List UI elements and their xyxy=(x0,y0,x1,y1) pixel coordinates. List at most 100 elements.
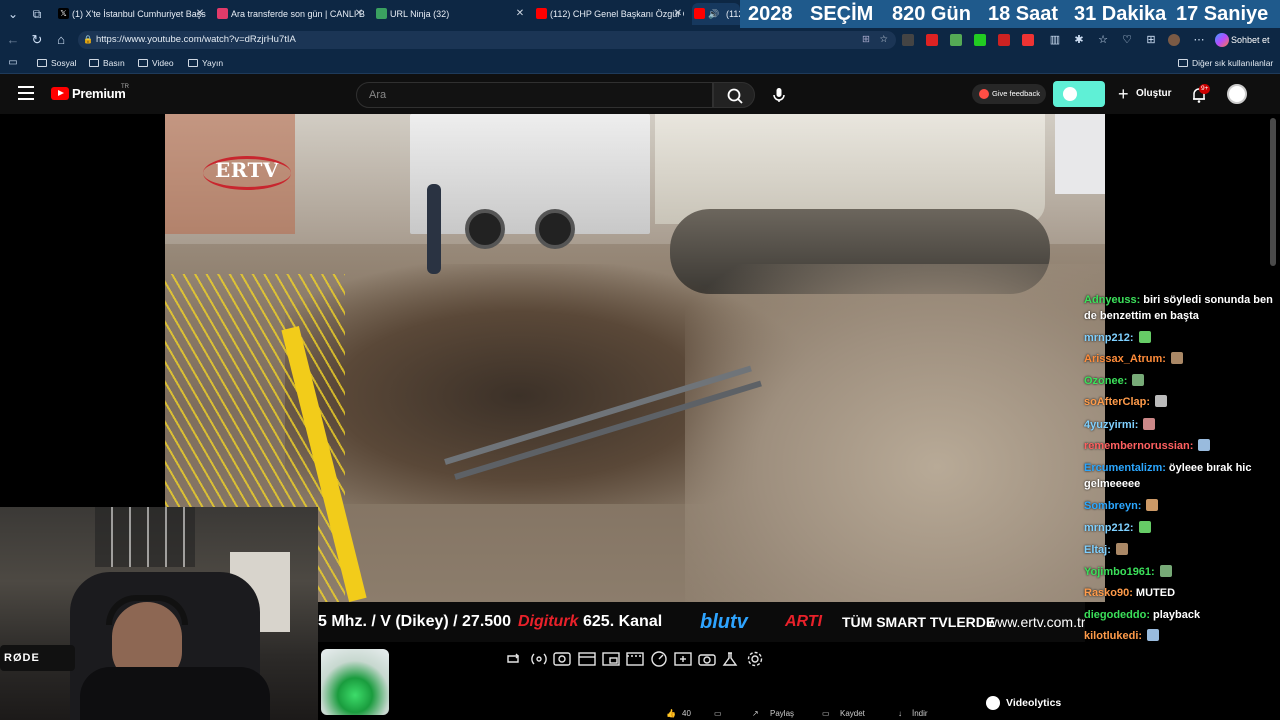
save-button[interactable]: Kaydet xyxy=(840,708,865,720)
favorites-icon[interactable]: ☆ xyxy=(1094,31,1112,49)
chat-username[interactable]: mrnp212: xyxy=(1084,522,1134,534)
cast-audio-icon[interactable] xyxy=(531,653,547,665)
bookmark-folder-video[interactable]: Video xyxy=(138,56,174,70)
chat-username[interactable]: Adnyeuss: xyxy=(1084,294,1140,306)
screenshot-icon[interactable] xyxy=(553,652,571,666)
close-tab-icon[interactable]: ✕ xyxy=(194,3,206,25)
share-icon[interactable]: ↗ xyxy=(752,708,759,720)
chat-username[interactable]: diegodeddo: xyxy=(1084,609,1150,621)
theater-icon[interactable] xyxy=(578,652,596,666)
refresh-icon[interactable]: ↻ xyxy=(28,31,46,49)
collections-icon[interactable]: ♡ xyxy=(1118,31,1136,49)
tab-youtube-chp[interactable]: (112) CHP Genel Başkanı Özgür Ö ✕ xyxy=(534,3,684,25)
chat-emote-icon xyxy=(1198,439,1211,451)
folder-icon xyxy=(1178,59,1188,67)
speed-gauge-icon[interactable] xyxy=(651,651,667,667)
flask-icon[interactable] xyxy=(722,652,738,666)
plus-icon: + xyxy=(1118,84,1129,104)
page-scrollbar[interactable] xyxy=(1270,118,1276,266)
settings-gear-icon[interactable] xyxy=(747,651,763,667)
tab-actions-menu-icon[interactable]: ⌄ xyxy=(3,4,23,24)
mic-brand-label: RØDE xyxy=(4,652,40,664)
chat-message: Rasko90: MUTED xyxy=(1084,585,1274,601)
youtube-logo-icon[interactable] xyxy=(51,87,69,100)
tab-news[interactable]: Ara transferde son gün | CANLI Bİ ✕ xyxy=(215,3,365,25)
countdown-seconds: 17 Saniye xyxy=(1176,3,1269,25)
extension-icon[interactable] xyxy=(1022,34,1034,46)
chat-username[interactable]: Yojimbo1961: xyxy=(1084,566,1155,578)
extension-icon[interactable] xyxy=(950,34,962,46)
profile-avatar[interactable] xyxy=(1168,34,1180,46)
videolytics-button[interactable]: Videolytics xyxy=(986,694,1061,712)
tab-youtube-active[interactable]: 🔊 (112 xyxy=(692,3,740,25)
close-tab-icon[interactable]: ✕ xyxy=(353,3,365,25)
extension-toggle-button[interactable] xyxy=(1053,81,1105,107)
audio-playing-icon[interactable]: 🔊 xyxy=(708,3,719,25)
chat-username[interactable]: kilotlukedi: xyxy=(1084,630,1142,642)
download-icon[interactable]: ↓ xyxy=(898,708,902,720)
ticker-arti-logo: ARTI xyxy=(785,613,823,630)
camera-icon[interactable] xyxy=(698,654,716,666)
more-menu-icon[interactable]: ⋯ xyxy=(1190,31,1208,49)
split-screen-icon[interactable]: ▥ xyxy=(1046,31,1064,49)
search-button[interactable] xyxy=(713,82,755,108)
chat-username[interactable]: Rasko90: xyxy=(1084,587,1133,599)
dislike-icon[interactable]: ▭ xyxy=(714,708,722,720)
hamburger-menu-icon[interactable] xyxy=(18,86,34,100)
close-tab-icon[interactable]: ✕ xyxy=(514,3,526,25)
extension-icon[interactable] xyxy=(926,34,938,46)
browser-tab-bar: ⌄ ⧉ 𝕏 (1) X'te İstanbul Cumhuriyet Başsa… xyxy=(0,0,1280,28)
home-icon[interactable]: ⌂ xyxy=(52,31,70,49)
picture-in-picture-icon[interactable] xyxy=(602,652,620,666)
bookmark-label: Sosyal xyxy=(51,58,77,68)
chat-username[interactable]: Sombreyn: xyxy=(1084,500,1141,512)
download-button[interactable]: İndir xyxy=(912,708,928,720)
bookmark-folder-sosyal[interactable]: Sosyal xyxy=(37,56,77,70)
extension-icon[interactable] xyxy=(998,34,1010,46)
bookmarks-menu-icon[interactable]: ▭ xyxy=(4,54,22,72)
copilot-chat-button[interactable]: Sohbet et xyxy=(1213,31,1275,49)
countdown-hours: 18 Saat xyxy=(988,3,1059,25)
save-icon[interactable]: ▭ xyxy=(822,708,830,720)
tab-twitter[interactable]: 𝕏 (1) X'te İstanbul Cumhuriyet Başsa ✕ xyxy=(56,3,206,25)
chat-username[interactable]: mrnp212: xyxy=(1084,332,1134,344)
tab-url-ninja[interactable]: URL Ninja (32) ✕ xyxy=(374,3,526,25)
search-input[interactable]: Ara xyxy=(356,82,713,108)
close-tab-icon[interactable]: ✕ xyxy=(672,3,684,25)
create-button[interactable]: + Oluştur xyxy=(1118,84,1172,104)
chat-username[interactable]: Ercumentalizm: xyxy=(1084,462,1166,474)
share-button[interactable]: Paylaş xyxy=(770,708,794,720)
youtube-brand[interactable]: Premium xyxy=(72,86,126,101)
like-icon[interactable]: 👍 xyxy=(666,708,676,720)
chat-username[interactable]: Arissax_Atrum: xyxy=(1084,353,1166,365)
address-bar[interactable]: 🔒 https://www.youtube.com/watch?v=dRzjrH… xyxy=(78,31,896,49)
workspaces-icon[interactable]: ⧉ xyxy=(27,4,47,24)
add-frame-icon[interactable] xyxy=(674,652,692,666)
other-bookmarks-folder[interactable]: Diğer sık kullanılanlar xyxy=(1178,56,1273,70)
chat-text: MUTED xyxy=(1135,587,1176,599)
microphone-icon[interactable] xyxy=(770,86,788,104)
chat-username[interactable]: soAfterClap: xyxy=(1084,396,1150,408)
account-avatar[interactable] xyxy=(1227,84,1247,104)
chat-username[interactable]: 4yuzyirmi: xyxy=(1084,419,1138,431)
extensions-puzzle-icon[interactable]: ✱ xyxy=(1070,31,1088,49)
cinema-mode-icon[interactable] xyxy=(626,652,644,666)
search-icon xyxy=(727,88,743,104)
chat-username[interactable]: Eltaj: xyxy=(1084,544,1111,556)
browser-essentials-icon[interactable]: ⊞ xyxy=(1142,31,1160,49)
back-arrow-icon[interactable]: ← xyxy=(4,31,22,49)
extension-icon[interactable] xyxy=(902,34,914,46)
region-code: TR xyxy=(121,84,129,90)
give-feedback-button[interactable]: Give feedback xyxy=(972,84,1046,104)
bookmark-folder-basin[interactable]: Basın xyxy=(89,56,125,70)
loop-icon[interactable] xyxy=(507,653,519,663)
bookmark-folder-yayin[interactable]: Yayın xyxy=(188,56,223,70)
bookmark-label: Diğer sık kullanılanlar xyxy=(1192,58,1274,68)
chat-emote-icon xyxy=(1155,395,1168,407)
chat-username[interactable]: remembernorussian: xyxy=(1084,440,1193,452)
favorite-star-icon[interactable]: ☆ xyxy=(879,31,888,49)
chat-username[interactable]: Ozonee: xyxy=(1084,375,1127,387)
extension-icon[interactable] xyxy=(974,34,986,46)
app-available-icon[interactable]: ⊞ xyxy=(862,31,870,49)
notification-count-badge: 9+ xyxy=(1199,84,1211,94)
